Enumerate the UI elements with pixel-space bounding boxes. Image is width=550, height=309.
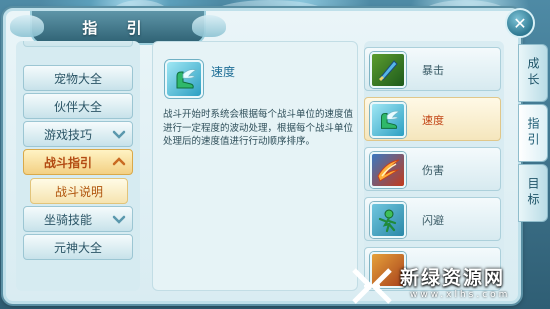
attribute-label: 速度 (422, 114, 444, 127)
tab-label: 指引 (526, 117, 540, 149)
menu-item-label: 游戏技巧 (44, 127, 93, 142)
tab-growth[interactable]: 成长 (518, 44, 548, 102)
chevron-up-icon (112, 157, 126, 166)
menu-item-label: 伙伴大全 (53, 99, 102, 114)
menu-item-spirit-encyclopedia[interactable]: 元神大全 (23, 234, 133, 260)
attribute-item-crit[interactable]: 暴击 (364, 47, 501, 91)
watermark-url: www.xlhs.com (410, 290, 511, 300)
attribute-label: 伤害 (422, 164, 444, 177)
menu-item-partner-encyclopedia[interactable]: 伙伴大全 (23, 93, 133, 119)
guide-panel: 指 引 宠物大全 伙伴大全 游戏技巧 战斗指引 战斗说明 坐骑技能 元神大全 速… (3, 8, 521, 304)
menu-item-mount-skills[interactable]: 坐骑技能 (23, 206, 133, 232)
title-bar: 指 引 (10, 11, 226, 45)
title-ornament-right (192, 15, 226, 37)
tab-goal[interactable]: 目标 (518, 164, 548, 222)
menu-item-label: 元神大全 (53, 240, 102, 255)
winged-boot-icon (165, 60, 203, 98)
attribute-item-damage[interactable]: 伤害 (364, 147, 501, 191)
menu-item-battle-explanation[interactable]: 战斗说明 (30, 178, 128, 204)
flame-slash-icon (370, 152, 406, 188)
attribute-label: 暴击 (422, 64, 444, 77)
attribute-label: 闪避 (422, 214, 444, 227)
tab-guide[interactable]: 指引 (518, 104, 548, 162)
guide-menu[interactable]: 宠物大全 伙伴大全 游戏技巧 战斗指引 战斗说明 坐骑技能 元神大全 (16, 41, 140, 291)
menu-item-label: 坐骑技能 (44, 212, 93, 227)
tab-label: 目标 (526, 177, 540, 209)
menu-item-game-tips[interactable]: 游戏技巧 (23, 121, 133, 147)
menu-item-label: 战斗指引 (44, 155, 93, 170)
attribute-item-speed[interactable]: 速度 (364, 97, 501, 141)
menu-item-label: 战斗说明 (54, 184, 103, 199)
watermark: 新绿资源网 www.xlhs.com (350, 262, 550, 309)
menu-item-pet-encyclopedia[interactable]: 宠物大全 (23, 65, 133, 91)
menu-item-partial (23, 41, 133, 47)
detail-pane: 速度 战斗开始时系统会根据每个战斗单位的速度值进行一定程度的波动处理，根据每个战… (152, 41, 358, 291)
crit-blade-icon (370, 52, 406, 88)
attribute-list[interactable]: 暴击 速度 伤害 闪避 (364, 41, 504, 291)
title-ornament-left (10, 15, 44, 37)
attribute-item-dodge[interactable]: 闪避 (364, 197, 501, 241)
menu-item-battle-guide[interactable]: 战斗指引 (23, 149, 133, 175)
watermark-title: 新绿资源网 (400, 267, 506, 289)
watermark-logo-icon (352, 267, 392, 304)
tab-label: 成长 (526, 57, 540, 89)
dodge-figure-icon (370, 202, 406, 238)
chevron-down-icon (112, 130, 126, 139)
detail-description: 战斗开始时系统会根据每个战斗单位的速度值进行一定程度的波动处理，根据每个战斗单位… (163, 109, 354, 147)
close-button[interactable]: ✕ (505, 8, 535, 38)
menu-item-label: 宠物大全 (53, 71, 102, 86)
window-title: 指 引 (82, 18, 154, 37)
chevron-down-icon (112, 215, 126, 224)
winged-boot-icon (370, 102, 406, 138)
close-icon: ✕ (513, 13, 527, 33)
detail-title: 速度 (211, 65, 236, 79)
